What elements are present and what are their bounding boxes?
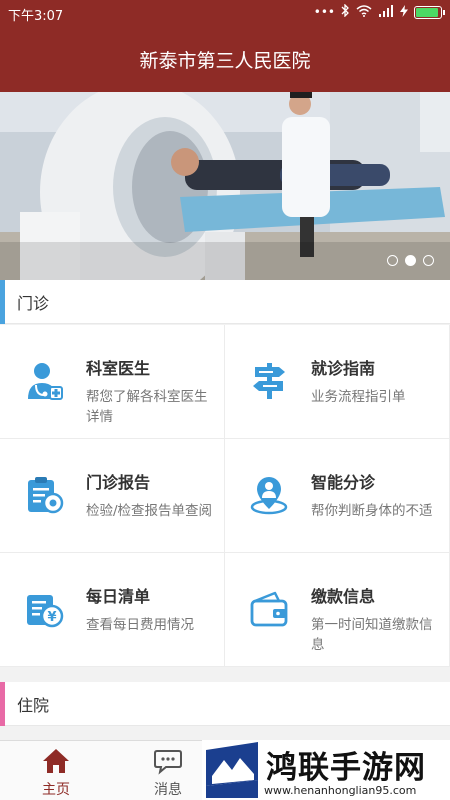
watermark: 鸿联手游网 www.henanhonglian95.com <box>202 740 450 800</box>
grid-item-visit-guide[interactable]: 就诊指南 业务流程指引单 <box>225 325 450 439</box>
grid-item-title: 每日清单 <box>86 587 151 606</box>
grid-item-title: 缴款信息 <box>311 587 376 606</box>
report-clipboard-icon <box>28 477 64 514</box>
section-title-outpatient: 门诊 <box>17 293 50 313</box>
body-location-icon <box>250 477 288 515</box>
tab-home[interactable]: 主页 <box>0 741 112 800</box>
grid-item-desc: 帮你判断身体的不适 <box>311 503 433 519</box>
charging-icon <box>400 4 408 20</box>
grid-item-title: 科室医生 <box>86 359 151 378</box>
status-bar: 下午3:07 ••• <box>0 0 450 26</box>
battery-icon <box>414 5 445 19</box>
carousel-indicators <box>387 255 434 266</box>
grid-item-desc: 帮您了解各科室医生详情 <box>86 389 208 425</box>
section-accent-bar <box>0 681 5 726</box>
carousel-dot[interactable] <box>423 255 434 266</box>
carousel-dot[interactable] <box>387 255 398 266</box>
more-dots-icon: ••• <box>313 5 335 19</box>
bluetooth-icon <box>341 3 350 20</box>
grid-item-daily-list[interactable]: ¥ 每日清单 查看每日费用情况 <box>0 553 225 667</box>
grid-item-desc: 第一时间知道缴款信息 <box>311 617 433 653</box>
grid-item-title: 门诊报告 <box>86 473 151 492</box>
grid-item-smart-triage[interactable]: 智能分诊 帮你判断身体的不适 <box>225 439 450 553</box>
battery-level-fill <box>416 7 438 17</box>
grid-item-desc: 检验/检查报告单查阅 <box>86 503 213 519</box>
banner-image <box>0 92 450 280</box>
grid-item-payment-info[interactable]: 缴款信息 第一时间知道缴款信息 <box>225 553 450 667</box>
section-accent-bar <box>0 279 5 324</box>
grid-item-department-doctors[interactable]: 科室医生 帮您了解各科室医生详情 <box>0 325 225 439</box>
doctor-icon <box>28 363 63 400</box>
daily-bill-icon: ¥ <box>27 595 64 628</box>
watermark-url: www.henanhonglian95.com <box>264 784 417 797</box>
signpost-icon <box>253 363 285 399</box>
wifi-icon <box>356 4 372 20</box>
app-screen: 下午3:07 ••• 新泰市第三人民医院 门诊 科室医生 帮您了解各科室医生详情… <box>0 0 450 800</box>
chat-bubble-icon <box>154 750 182 775</box>
home-icon <box>43 749 69 773</box>
grid-item-desc: 业务流程指引单 <box>311 389 406 405</box>
tab-home-label: 主页 <box>42 782 70 798</box>
section-header-outpatient: 门诊 <box>0 279 450 324</box>
wallet-icon <box>250 591 288 627</box>
svg-text:¥: ¥ <box>47 610 56 625</box>
banner-carousel[interactable] <box>0 92 450 280</box>
page-title: 新泰市第三人民医院 <box>139 49 311 72</box>
section-title-inpatient: 住院 <box>17 695 50 715</box>
grid-item-desc: 查看每日费用情况 <box>86 617 194 633</box>
watermark-logo <box>202 740 262 800</box>
section-header-inpatient: 住院 <box>0 681 450 726</box>
grid-item-title: 智能分诊 <box>311 473 376 492</box>
signal-icon <box>378 4 394 20</box>
status-icons: ••• <box>313 3 445 20</box>
grid-item-outpatient-report[interactable]: 门诊报告 检验/检查报告单查阅 <box>0 439 225 553</box>
app-header: 新泰市第三人民医院 <box>0 26 450 92</box>
grid-item-title: 就诊指南 <box>311 359 376 378</box>
watermark-title: 鸿联手游网 <box>266 750 426 786</box>
carousel-dot[interactable] <box>405 255 416 266</box>
status-time: 下午3:07 <box>8 9 64 24</box>
